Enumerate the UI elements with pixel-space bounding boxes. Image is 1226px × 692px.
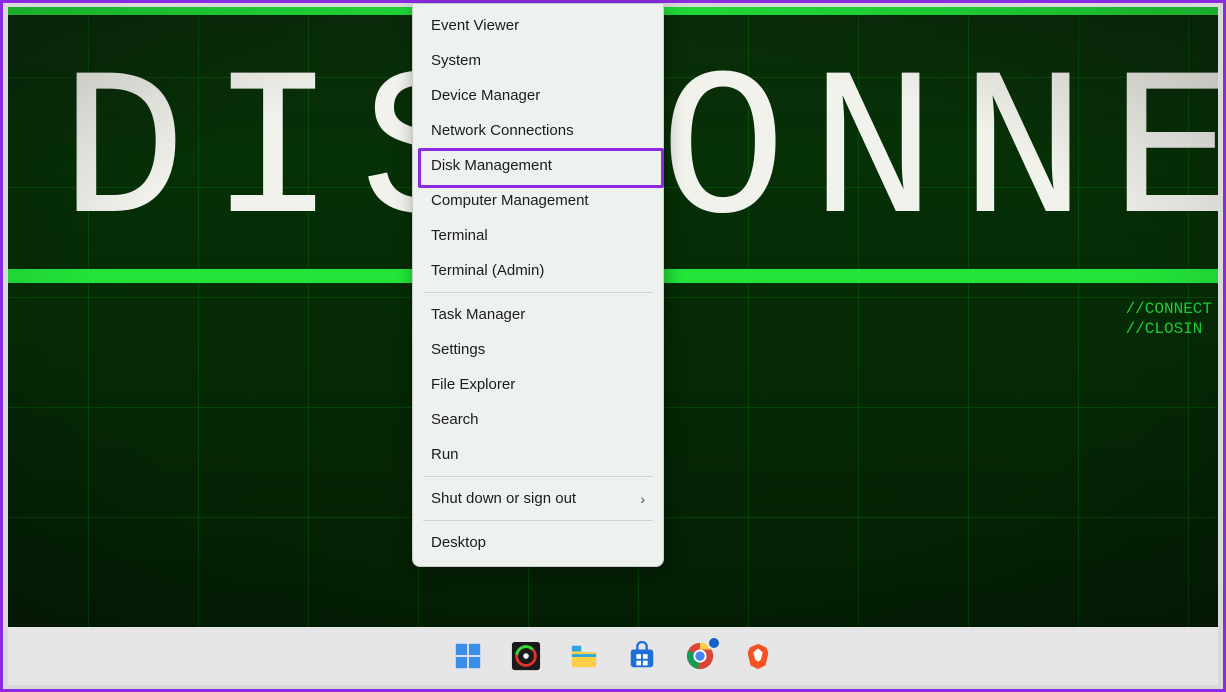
menu-item-label: Disk Management xyxy=(431,157,552,174)
start-button[interactable] xyxy=(451,639,485,673)
menu-item-task-manager[interactable]: Task Manager xyxy=(413,297,663,332)
menu-item-label: Computer Management xyxy=(431,192,589,209)
notification-badge xyxy=(707,636,721,650)
menu-item-label: Run xyxy=(431,446,459,463)
menu-item-label: Shut down or sign out xyxy=(431,490,576,507)
folder-icon xyxy=(569,641,599,671)
menu-separator xyxy=(423,476,653,477)
menu-item-system[interactable]: System xyxy=(413,43,663,78)
menu-item-label: Network Connections xyxy=(431,122,574,139)
menu-item-label: Device Manager xyxy=(431,87,540,104)
winx-context-menu: Event Viewer System Device Manager Network … xyxy=(412,3,664,567)
menu-separator xyxy=(423,520,653,521)
menu-item-device-manager[interactable]: Device Manager xyxy=(413,78,663,113)
menu-separator xyxy=(423,292,653,293)
menu-item-search[interactable]: Search xyxy=(413,402,663,437)
menu-item-network-connections[interactable]: Network Connections xyxy=(413,113,663,148)
menu-item-run[interactable]: Run xyxy=(413,437,663,472)
file-explorer-button[interactable] xyxy=(567,639,601,673)
menu-item-computer-management[interactable]: Computer Management xyxy=(413,183,663,218)
menu-item-label: File Explorer xyxy=(431,376,515,393)
menu-item-label: System xyxy=(431,52,481,69)
windows-icon xyxy=(453,641,483,671)
store-icon xyxy=(627,641,657,671)
menu-item-label: Terminal xyxy=(431,227,488,244)
menu-item-label: Settings xyxy=(431,341,485,358)
microsoft-store-button[interactable] xyxy=(625,639,659,673)
menu-item-desktop[interactable]: Desktop xyxy=(413,525,663,560)
menu-item-event-viewer[interactable]: Event Viewer xyxy=(413,8,663,43)
brave-button[interactable] xyxy=(741,639,775,673)
annotated-screenshot-frame: DISCONNECTEI //CONNECT //CLOSIN Event Vi… xyxy=(0,0,1226,692)
menu-item-disk-management[interactable]: Disk Management xyxy=(413,148,663,183)
menu-item-label: Task Manager xyxy=(431,306,525,323)
menu-item-shut-down-or-sign-out[interactable]: Shut down or sign out › xyxy=(413,481,663,516)
brave-icon xyxy=(743,641,773,671)
menu-item-label: Search xyxy=(431,411,479,428)
menu-item-terminal[interactable]: Terminal xyxy=(413,218,663,253)
menu-item-terminal-admin[interactable]: Terminal (Admin) xyxy=(413,253,663,288)
disc-icon xyxy=(511,641,541,671)
menu-item-file-explorer[interactable]: File Explorer xyxy=(413,367,663,402)
menu-item-label: Terminal (Admin) xyxy=(431,262,544,279)
chevron-right-icon: › xyxy=(640,491,645,507)
menu-item-label: Desktop xyxy=(431,534,486,551)
menu-item-label: Event Viewer xyxy=(431,17,519,34)
chrome-button[interactable] xyxy=(683,639,717,673)
menu-item-settings[interactable]: Settings xyxy=(413,332,663,367)
app-disc-icon[interactable] xyxy=(509,639,543,673)
taskbar xyxy=(8,627,1218,685)
